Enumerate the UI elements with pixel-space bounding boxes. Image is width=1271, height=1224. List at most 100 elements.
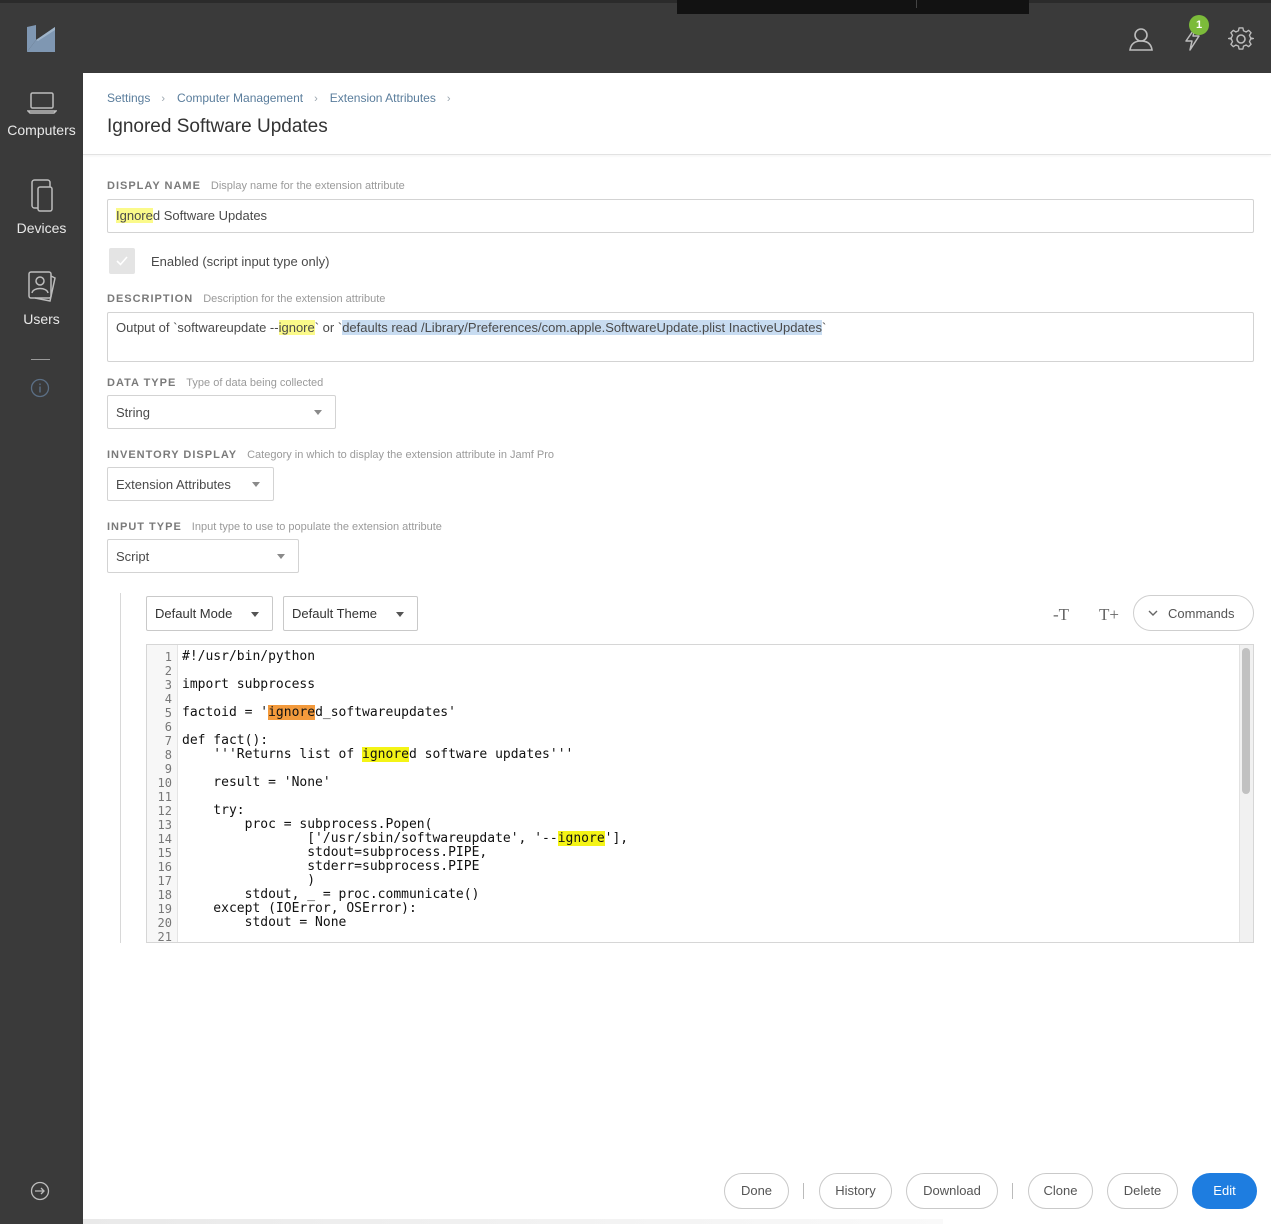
input-type-select[interactable]: Script xyxy=(107,539,299,573)
input-type-hint: Input type to use to populate the extens… xyxy=(191,521,442,533)
code-line: def fact(): xyxy=(182,733,269,748)
line-number: 12 xyxy=(157,804,172,818)
code-line: stdout=subprocess.PIPE, xyxy=(182,845,488,860)
caret-down-icon xyxy=(277,554,285,559)
code-editor[interactable]: 1 2 3 4 5 6 7 8 9 10 11 12 13 14 15 16 1 xyxy=(146,644,1254,943)
editor-theme-select[interactable]: Default Theme xyxy=(283,596,418,631)
overlay-strip xyxy=(677,0,1029,14)
code-text: '], xyxy=(604,831,629,846)
input-type-label: INPUT TYPE Input type to use to populate … xyxy=(107,521,442,533)
inventory-display-select[interactable]: Extension Attributes xyxy=(107,467,274,501)
editor-scrollbar[interactable] xyxy=(1239,645,1253,942)
notification-badge: 1 xyxy=(1189,15,1209,35)
mobile-devices-icon xyxy=(30,179,53,212)
line-number: 15 xyxy=(157,846,172,860)
input-type-value: Script xyxy=(116,549,150,564)
description-hint: Description for the extension attribute xyxy=(203,293,386,305)
user-icon[interactable] xyxy=(1128,26,1154,52)
line-number: 9 xyxy=(164,762,172,776)
code-line: try: xyxy=(182,803,245,818)
line-number: 3 xyxy=(164,678,172,692)
description-text-5: ` xyxy=(822,320,827,335)
overlay-divider xyxy=(916,0,917,8)
sidebar: Computers Devices Users xyxy=(0,73,83,1224)
data-type-value: String xyxy=(116,405,150,420)
scrollbar-thumb[interactable] xyxy=(1242,648,1250,794)
caret-down-icon xyxy=(314,410,322,415)
line-number: 1 xyxy=(164,650,172,664)
search-match: ignore xyxy=(278,320,315,335)
edit-button[interactable]: Edit xyxy=(1192,1173,1257,1209)
top-bar: 1 xyxy=(0,0,1271,73)
checkmark-icon xyxy=(116,256,128,266)
caret-down-icon xyxy=(396,612,404,617)
jamf-logo-icon[interactable] xyxy=(26,24,56,54)
page-title: Ignored Software Updates xyxy=(107,116,328,137)
sidebar-item-users[interactable]: Users xyxy=(0,270,83,327)
main-content: Settings › Computer Management › Extension A… xyxy=(83,73,1271,1224)
display-name-label: DISPLAY NAME Display name for the extensi… xyxy=(107,180,405,192)
line-number: 17 xyxy=(157,874,172,888)
line-number: 11 xyxy=(157,790,172,804)
done-button[interactable]: Done xyxy=(724,1173,789,1209)
data-type-label-text: DATA TYPE xyxy=(107,377,177,389)
line-number: 6 xyxy=(164,720,172,734)
footer-divider xyxy=(803,1183,804,1199)
code-line: factoid = 'ignored_softwareupdates' xyxy=(182,705,628,720)
sidebar-item-devices[interactable]: Devices xyxy=(0,179,83,236)
inventory-display-label-text: INVENTORY DISPLAY xyxy=(107,449,238,461)
download-button[interactable]: Download xyxy=(906,1173,998,1209)
data-type-label: DATA TYPE Type of data being collected xyxy=(107,377,323,389)
display-name-label-text: DISPLAY NAME xyxy=(107,180,201,192)
caret-down-icon xyxy=(252,482,260,487)
editor-theme-value: Default Theme xyxy=(292,606,378,621)
decrease-font-button[interactable]: -T xyxy=(1053,605,1069,625)
chevron-right-icon: › xyxy=(446,93,451,105)
code-line: ) xyxy=(182,873,316,888)
description-text-1: Output of `softwareupdate -- xyxy=(116,320,279,335)
line-number: 10 xyxy=(157,776,172,790)
code-line: stderr=subprocess.PIPE xyxy=(182,859,480,874)
info-icon[interactable] xyxy=(30,378,50,398)
users-icon xyxy=(27,271,56,302)
chevron-right-icon: › xyxy=(161,93,166,105)
sidebar-item-computers[interactable]: Computers xyxy=(0,91,83,138)
breadcrumb-settings[interactable]: Settings xyxy=(107,91,150,105)
editor-mode-select[interactable]: Default Mode xyxy=(146,596,273,631)
line-number: 13 xyxy=(157,818,172,832)
laptop-icon xyxy=(26,92,57,114)
line-number: 8 xyxy=(164,748,172,762)
code-line: import subprocess xyxy=(182,677,316,692)
code-text: factoid = ' xyxy=(182,705,269,720)
inventory-display-hint: Category in which to display the extensi… xyxy=(247,449,555,461)
history-button[interactable]: History xyxy=(819,1173,892,1209)
delete-button[interactable]: Delete xyxy=(1107,1173,1178,1209)
code-text: '''Returns list of xyxy=(182,747,363,762)
caret-down-icon xyxy=(251,612,259,617)
display-name-field[interactable]: Ignored Software Updates xyxy=(107,199,1254,233)
commands-button[interactable]: Commands xyxy=(1133,595,1254,631)
code-text: d_softwareupdates' xyxy=(315,705,456,720)
logout-icon[interactable] xyxy=(30,1181,50,1201)
breadcrumb-computer-management[interactable]: Computer Management xyxy=(177,91,303,105)
input-type-label-text: INPUT TYPE xyxy=(107,521,182,533)
line-number: 20 xyxy=(157,916,172,930)
breadcrumb-extension-attributes[interactable]: Extension Attributes xyxy=(330,91,436,105)
gear-icon[interactable] xyxy=(1228,26,1254,52)
footer-divider xyxy=(1012,1183,1013,1199)
code-lines: #!/usr/bin/python import subprocess fact… xyxy=(182,650,629,942)
clone-button[interactable]: Clone xyxy=(1028,1173,1093,1209)
line-number-gutter: 1 2 3 4 5 6 7 8 9 10 11 12 13 14 15 16 1 xyxy=(147,645,178,942)
enabled-checkbox[interactable] xyxy=(109,248,135,274)
code-line: proc = subprocess.Popen( xyxy=(182,817,433,832)
line-number: 19 xyxy=(157,902,172,916)
data-type-select[interactable]: String xyxy=(107,395,336,429)
search-match: ignore xyxy=(557,831,605,846)
description-field[interactable]: Output of `softwareupdate --ignore` or `… xyxy=(107,312,1254,362)
increase-font-button[interactable]: T+ xyxy=(1099,605,1119,625)
